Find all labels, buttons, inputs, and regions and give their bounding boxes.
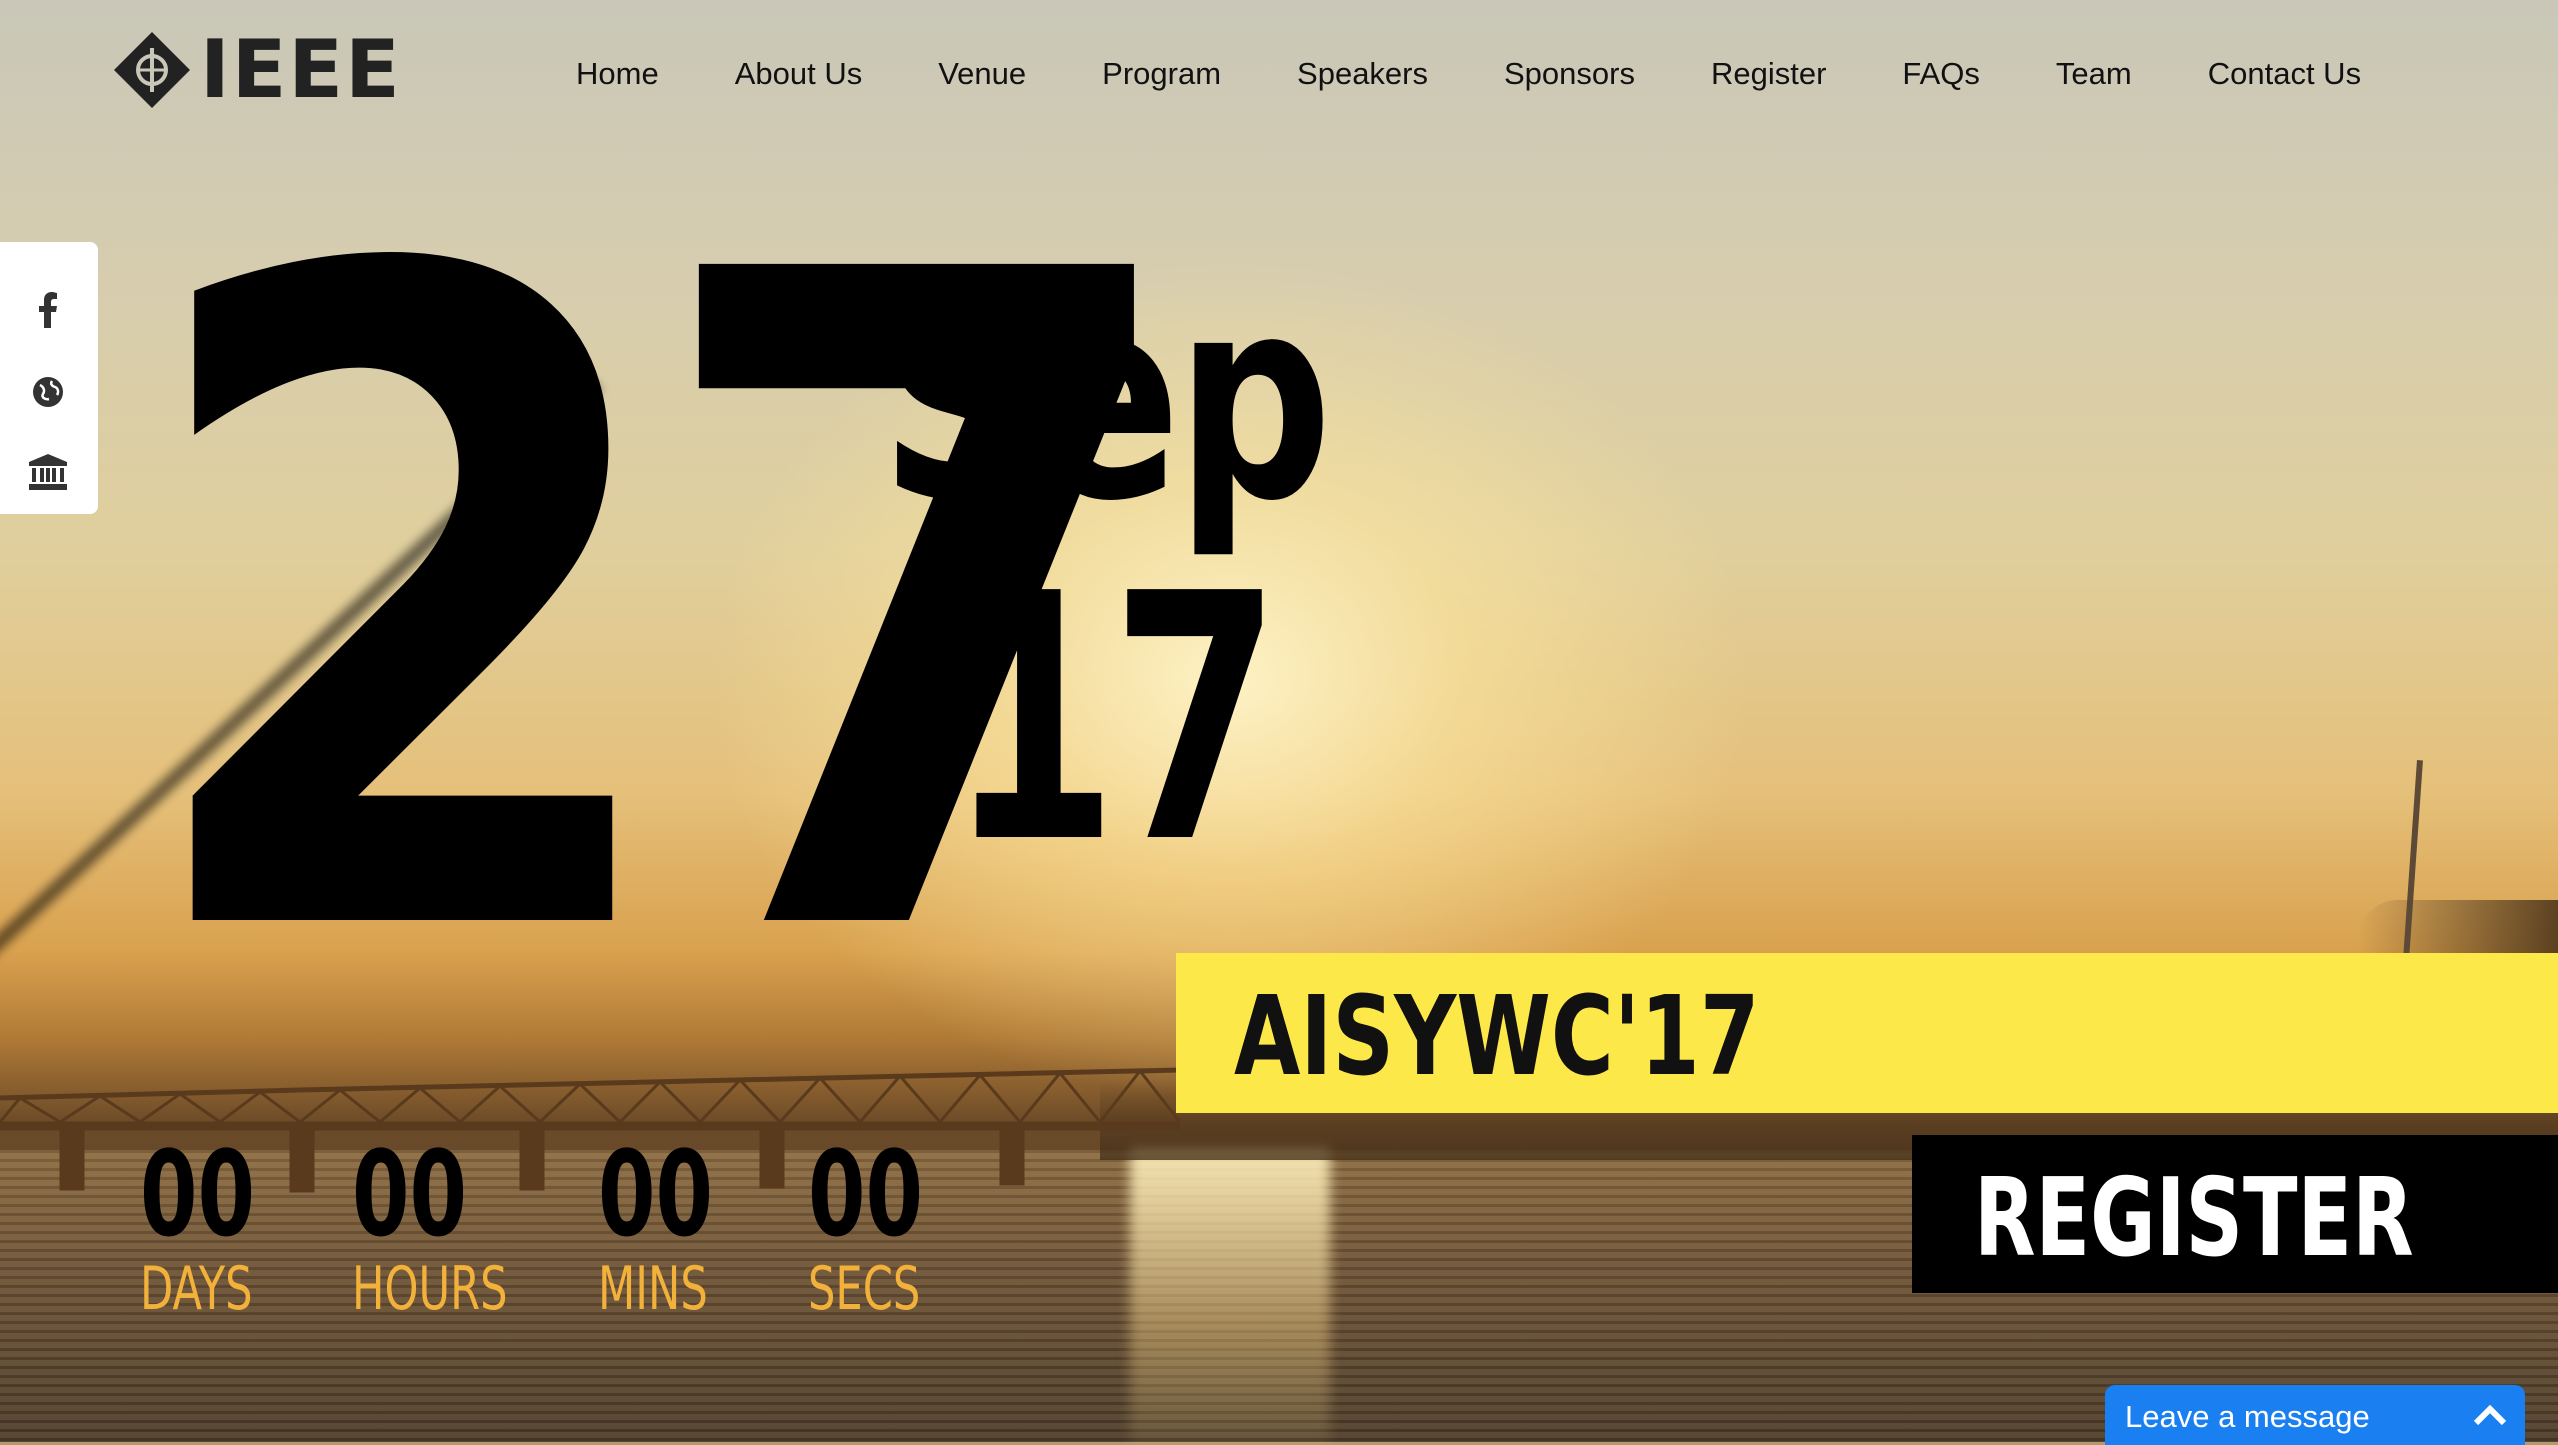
countdown-label: DAYS [140, 1254, 253, 1324]
countdown-value: 00 [598, 1125, 713, 1263]
nav-faqs[interactable]: FAQs [1902, 56, 1980, 92]
nav-contact-us[interactable]: Contact Us [2208, 56, 2361, 92]
countdown-label: MINS [598, 1254, 708, 1324]
nav-sponsors[interactable]: Sponsors [1504, 56, 1635, 92]
countdown-days: 00 DAYS [140, 1135, 304, 1319]
nav-register[interactable]: Register [1711, 56, 1826, 92]
event-name: AISYWC'17 [1234, 972, 1760, 1100]
countdown-secs: 00 SECS [808, 1135, 972, 1319]
countdown-label: HOURS [352, 1254, 508, 1324]
social-sidebar [0, 242, 98, 514]
institution-icon[interactable] [28, 452, 68, 492]
countdown-value: 00 [352, 1125, 467, 1263]
event-name-banner: AISYWC'17 [1176, 953, 2558, 1113]
countdown-label: SECS [808, 1254, 921, 1324]
chat-label: Leave a message [2125, 1399, 2370, 1434]
countdown-mins: 00 MINS [598, 1135, 762, 1319]
nav-speakers[interactable]: Speakers [1297, 56, 1428, 92]
event-year: '17 [880, 522, 1281, 918]
register-button[interactable]: REGISTER [1912, 1135, 2558, 1293]
countdown-hours: 00 HOURS [352, 1135, 568, 1319]
facebook-icon[interactable] [28, 290, 68, 330]
countdown-value: 00 [140, 1125, 255, 1263]
nav-team[interactable]: Team [2056, 56, 2132, 92]
chat-widget[interactable]: Leave a message [2105, 1385, 2525, 1445]
event-month: Sep [880, 237, 1332, 563]
treeline [2358, 900, 2558, 960]
register-label: REGISTER [1974, 1156, 2414, 1281]
globe-icon[interactable] [28, 372, 68, 412]
countdown-value: 00 [808, 1125, 923, 1263]
chevron-up-icon [2473, 1404, 2507, 1426]
